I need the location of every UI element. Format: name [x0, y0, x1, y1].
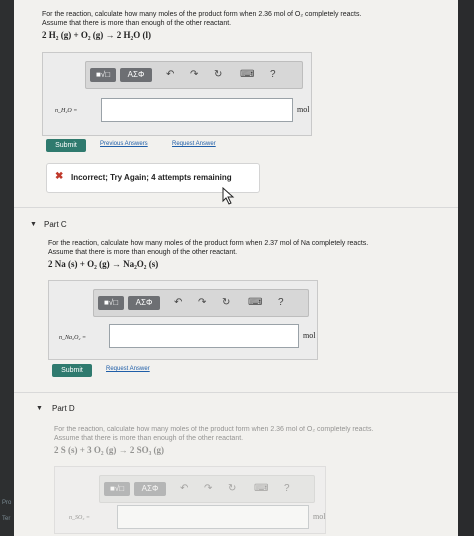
part-c-request-answer-link[interactable]: Request Answer [106, 366, 150, 372]
part-d-answer-panel: ■√□ AΣΦ ↶ ↷ ↻ ⌨ ? n_SO₃ = mol [54, 466, 326, 534]
part-c-collapse-chevron-icon[interactable]: ▼ [30, 221, 37, 228]
right-window-edge [458, 0, 474, 536]
part-c-unit: mol [303, 331, 316, 340]
problem-page: For the reaction, calculate how many mol… [14, 0, 458, 536]
part-c-equation: 2 Na (s) + O₂ (g) → Na₂O₂ (s) [48, 259, 159, 269]
feedback-message: Incorrect; Try Again; 4 attempts remaini… [71, 173, 232, 182]
undo-icon[interactable]: ↶ [180, 482, 188, 496]
reset-icon[interactable]: ↻ [228, 482, 236, 496]
part-d-answer-input[interactable] [117, 505, 309, 529]
part-b-variable-label: n_H₂O = [55, 108, 78, 114]
undo-icon[interactable]: ↶ [174, 296, 182, 310]
keyboard-icon[interactable]: ⌨ [240, 68, 254, 82]
redo-icon[interactable]: ↷ [204, 482, 212, 496]
part-b-request-answer-link[interactable]: Request Answer [172, 141, 216, 147]
part-b-submit-button[interactable]: Submit [46, 139, 86, 152]
part-c-question-line1: For the reaction, calculate how many mol… [48, 240, 369, 247]
left-window-edge: Pro Ter [0, 0, 14, 536]
keyboard-icon[interactable]: ⌨ [254, 482, 268, 496]
keyboard-icon[interactable]: ⌨ [248, 296, 262, 310]
greek-letters-button[interactable]: AΣΦ [128, 296, 160, 310]
part-c-answer-input[interactable] [109, 324, 299, 348]
part-d-question-line1: For the reaction, calculate how many mol… [54, 426, 374, 433]
part-d-toolbar: ■√□ AΣΦ ↶ ↷ ↻ ⌨ ? [99, 475, 315, 503]
part-d-title[interactable]: Part D [52, 404, 75, 413]
previous-answers-link[interactable]: Previous Answers [100, 141, 148, 147]
part-d-question-line2: Assume that there is more than enough of… [54, 435, 244, 442]
mouse-cursor-icon [222, 187, 235, 205]
sqrt-template-button[interactable]: ■√□ [104, 482, 130, 496]
part-c-toolbar: ■√□ AΣΦ ↶ ↷ ↻ ⌨ ? [93, 289, 309, 317]
part-d-equation: 2 S (s) + 3 O₂ (g) → 2 SO₃ (g) [54, 445, 165, 455]
part-b-question-line1: For the reaction, calculate how many mol… [42, 11, 362, 18]
part-b-toolbar: ■√□ AΣΦ ↶ ↷ ↻ ⌨ ? [85, 61, 303, 89]
part-b-unit: mol [297, 105, 310, 114]
edge-text-2: Ter [2, 516, 11, 522]
part-c-answer-panel: ■√□ AΣΦ ↶ ↷ ↻ ⌨ ? n_Na₂O₂ = mol [48, 280, 318, 360]
part-c-variable-label: n_Na₂O₂ = [59, 335, 87, 341]
sqrt-template-button[interactable]: ■√□ [98, 296, 124, 310]
sqrt-template-button[interactable]: ■√□ [90, 68, 116, 82]
section-divider-d [14, 392, 458, 393]
incorrect-x-icon: ✖ [55, 171, 64, 182]
reset-icon[interactable]: ↻ [222, 296, 230, 310]
part-b-equation: 2 H₂ (g) + O₂ (g) → 2 H₂O (l) [42, 30, 151, 40]
greek-letters-button[interactable]: AΣΦ [134, 482, 166, 496]
redo-icon[interactable]: ↷ [190, 68, 198, 82]
help-icon[interactable]: ? [284, 482, 290, 496]
part-b-question-line2: Assume that there is more than enough of… [42, 20, 232, 27]
greek-letters-button[interactable]: AΣΦ [120, 68, 152, 82]
part-b-answer-input[interactable] [101, 98, 293, 122]
part-b-answer-panel: ■√□ AΣΦ ↶ ↷ ↻ ⌨ ? n_H₂O = mol [42, 52, 312, 136]
help-icon[interactable]: ? [270, 68, 276, 82]
undo-icon[interactable]: ↶ [166, 68, 174, 82]
reset-icon[interactable]: ↻ [214, 68, 222, 82]
part-c-title[interactable]: Part C [44, 220, 67, 229]
part-d-variable-label: n_SO₃ = [69, 515, 90, 521]
part-d-unit: mol [313, 512, 326, 521]
part-c-question-line2: Assume that there is more than enough of… [48, 249, 238, 256]
help-icon[interactable]: ? [278, 296, 284, 310]
part-d-collapse-chevron-icon[interactable]: ▼ [36, 405, 43, 412]
edge-text-1: Pro [2, 500, 12, 506]
section-divider-c [14, 207, 458, 208]
part-c-submit-button[interactable]: Submit [52, 364, 92, 377]
redo-icon[interactable]: ↷ [198, 296, 206, 310]
